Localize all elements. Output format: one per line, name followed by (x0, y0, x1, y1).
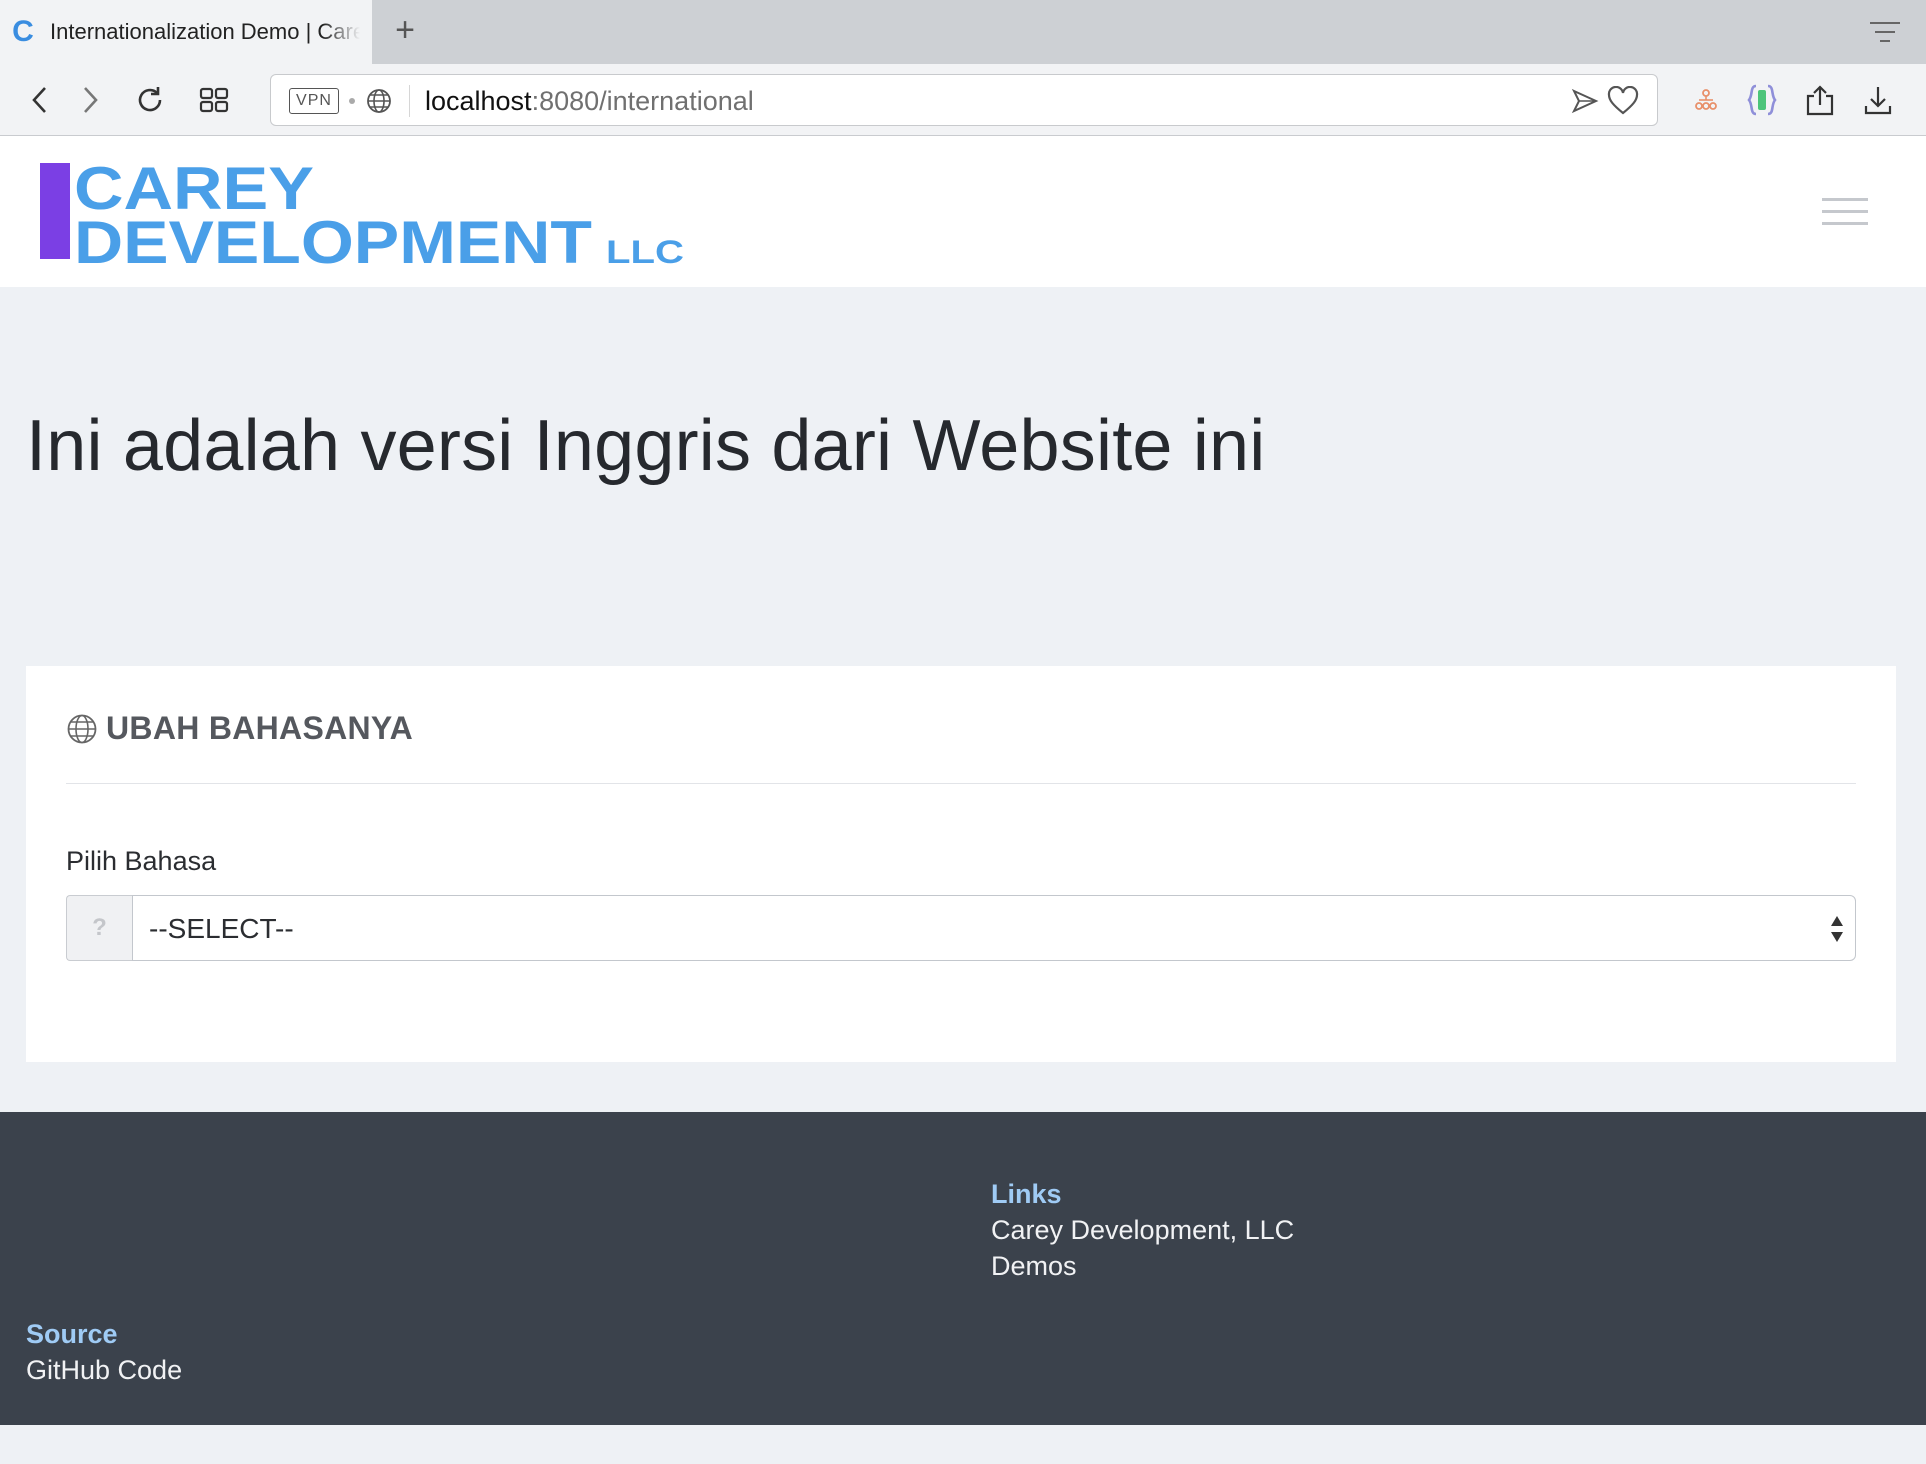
reload-icon (138, 87, 162, 112)
browser-tab-bar: C Internationalization Demo | Carey Deve… (0, 0, 1926, 64)
speed-dial-icon (199, 87, 229, 113)
footer-link-carey-development[interactable]: Carey Development, LLC (991, 1215, 1294, 1246)
browser-tab[interactable]: C Internationalization Demo | Carey Deve… (0, 0, 372, 64)
language-field-label: Pilih Bahasa (66, 846, 217, 876)
vpn-badge[interactable]: VPN (289, 88, 339, 114)
sitemap-extension-button[interactable] (1688, 82, 1724, 118)
forward-button[interactable] (72, 82, 108, 118)
address-bar[interactable]: VPN localhost:8080/international (270, 74, 1658, 126)
site-logo[interactable]: CAREY DEVELOPMENT LLC (40, 153, 700, 273)
url-divider (409, 85, 410, 117)
page-title: Ini adalah versi Inggris dari Website in… (26, 406, 1266, 486)
footer-source-heading: Source (26, 1319, 118, 1349)
card-header: UBAH BAHASANYA (66, 710, 413, 747)
language-select-value: --SELECT-- (149, 913, 294, 944)
language-select[interactable]: --SELECT-- (132, 895, 1856, 961)
select-arrows-icon (1831, 916, 1843, 942)
footer-link-demos[interactable]: Demos (991, 1251, 1077, 1282)
back-button[interactable] (22, 82, 58, 118)
footer-link-github[interactable]: GitHub Code (26, 1355, 182, 1386)
reload-button[interactable] (132, 82, 168, 118)
footer-links-heading: Links (991, 1179, 1062, 1209)
speed-dial-button[interactable] (196, 82, 232, 118)
url-path: :8080/international (531, 86, 754, 116)
page-body: CAREY DEVELOPMENT LLC Ini adalah versi I… (0, 137, 1926, 1464)
download-button[interactable] (1860, 82, 1896, 118)
sitemap-icon (1695, 89, 1717, 110)
help-addon: ? (66, 895, 132, 961)
send-icon[interactable] (1571, 87, 1599, 115)
share-button[interactable] (1802, 82, 1838, 118)
site-footer: Links Carey Development, LLC Demos Sourc… (0, 1112, 1926, 1425)
language-card: UBAH BAHASANYA Pilih Bahasa ? --SELECT-- (26, 666, 1896, 1062)
heart-icon[interactable] (1607, 86, 1639, 116)
forward-icon (84, 87, 98, 113)
tab-menu-icon[interactable] (1868, 20, 1902, 44)
logo-bar (40, 163, 70, 259)
tab-title: Internationalization Demo | Carey Develo… (50, 19, 360, 44)
card-title: UBAH BAHASANYA (106, 710, 414, 746)
browser-toolbar: VPN localhost:8080/international (0, 64, 1926, 136)
new-tab-button[interactable]: + (388, 13, 422, 48)
hamburger-icon[interactable] (1822, 197, 1868, 227)
share-icon (1806, 85, 1834, 116)
extension-icon (1747, 84, 1777, 116)
card-divider (66, 783, 1856, 784)
logo-line2: DEVELOPMENT (74, 209, 592, 273)
back-icon (32, 87, 46, 113)
url-host: localhost (425, 86, 532, 116)
extension-button[interactable] (1744, 82, 1780, 118)
globe-icon[interactable] (365, 87, 393, 115)
site-header: CAREY DEVELOPMENT LLC (0, 137, 1926, 287)
url-separator-dot (349, 98, 355, 104)
download-icon (1864, 87, 1892, 115)
logo-suffix: LLC (606, 234, 684, 270)
globe-icon (67, 714, 97, 743)
url-text[interactable]: localhost:8080/international (425, 87, 754, 115)
site-favicon-icon: C (12, 15, 34, 48)
